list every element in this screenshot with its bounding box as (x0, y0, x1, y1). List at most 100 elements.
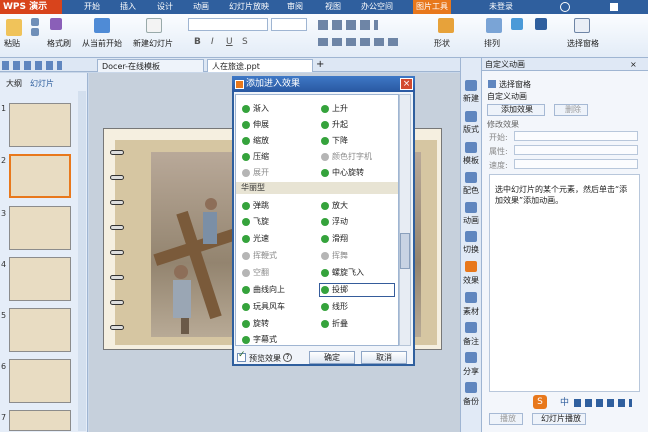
strip-new[interactable]: 新建 (461, 93, 481, 104)
effect-unfold[interactable]: 展开 (241, 167, 269, 179)
strip-effect[interactable]: 效果 (461, 275, 481, 286)
strikethrough-icon[interactable]: S (242, 37, 248, 47)
ok-button[interactable]: 确定 (309, 351, 355, 364)
effect-descend[interactable]: 下降 (320, 135, 348, 147)
backup-icon[interactable] (465, 382, 477, 393)
font-name-box[interactable] (188, 18, 268, 31)
new-icon[interactable] (465, 80, 477, 91)
start-dropdown[interactable] (514, 131, 638, 141)
slide-thumbnail-4[interactable] (9, 257, 71, 301)
play-button[interactable]: 播放 (489, 413, 523, 425)
effect-whip[interactable]: 挥鞭式 (241, 250, 277, 262)
wps-app-button[interactable]: WPS 演示 (0, 0, 62, 14)
effect-glide[interactable]: 滑翔 (320, 233, 348, 245)
menu-picture-tools[interactable]: 图片工具 (413, 0, 451, 14)
paste-icon[interactable] (6, 19, 22, 36)
effect-spinner[interactable]: 飞旋 (241, 216, 269, 228)
delete-button[interactable]: 删除 (554, 104, 588, 116)
menu-view[interactable]: 视图 (325, 0, 341, 14)
shape-button[interactable]: 形状 (434, 38, 450, 49)
speed-dropdown[interactable] (514, 159, 638, 169)
strip-share[interactable]: 分享 (461, 366, 481, 377)
slide-thumbnail-5[interactable] (9, 308, 71, 352)
slide-thumbnail-7[interactable] (9, 410, 71, 431)
slide-thumbnail-3[interactable] (9, 206, 71, 250)
underline-icon[interactable]: U (226, 37, 233, 47)
format-painter-button[interactable]: 格式刷 (47, 38, 71, 49)
effect-swivel[interactable]: 挥舞 (320, 250, 348, 262)
slide-thumbnail-2[interactable] (9, 154, 71, 198)
effect-flip[interactable]: 空翻 (241, 267, 269, 279)
new-slide-icon[interactable] (146, 18, 162, 33)
effect-stretch[interactable]: 伸展 (241, 119, 269, 131)
layout-icon[interactable] (465, 111, 477, 122)
from-current-icon[interactable] (94, 18, 110, 33)
effect-curve-up[interactable]: 曲线向上 (241, 284, 285, 296)
new-tab-icon[interactable]: + (316, 59, 324, 71)
tab-slides[interactable]: 幻灯片 (30, 78, 54, 89)
strip-template[interactable]: 模板 (461, 155, 481, 166)
font-color-icon[interactable] (535, 18, 547, 30)
effect-pinwheel[interactable]: 玩具风车 (241, 301, 285, 313)
effect-center-revolve[interactable]: 中心旋转 (320, 167, 364, 179)
close-icon[interactable]: × (630, 60, 637, 69)
slide-thumbnail-1[interactable] (9, 103, 71, 147)
select-pane-button[interactable]: 选择窗格 (567, 38, 599, 49)
ime-toolbar-icons[interactable] (574, 399, 632, 407)
sogou-ime-icon[interactable]: S (533, 395, 547, 409)
effect-linear[interactable]: 线形 (320, 301, 348, 313)
tab-document[interactable]: 人在旅途.ppt (207, 59, 313, 72)
thumbnail-scrollbar[interactable] (78, 91, 86, 431)
effect-compress[interactable]: 压缩 (241, 151, 269, 163)
animation-list[interactable] (489, 174, 640, 392)
strip-material[interactable]: 素材 (461, 306, 481, 317)
add-effect-button[interactable]: 添加效果 (487, 104, 545, 116)
effect-zoom[interactable]: 缩放 (241, 135, 269, 147)
select-pane-link[interactable]: 选择窗格 (499, 79, 531, 90)
menu-home[interactable]: 开始 (84, 0, 100, 14)
menu-insert[interactable]: 插入 (120, 0, 136, 14)
strip-color-scheme[interactable]: 配色 (461, 185, 481, 196)
arrange-icon[interactable] (486, 18, 502, 33)
effect-light-speed[interactable]: 光速 (241, 233, 269, 245)
effect-list-scrollbar[interactable] (399, 94, 411, 346)
tab-docer-templates[interactable]: Docer-在线模板 (97, 59, 204, 72)
effect-bounce[interactable]: 弹跳 (241, 200, 269, 212)
scrollbar-thumb[interactable] (400, 233, 410, 269)
strip-animation[interactable]: 动画 (461, 215, 481, 226)
effect-icon[interactable] (465, 261, 477, 272)
menu-animation[interactable]: 动画 (193, 0, 209, 14)
copy-icon[interactable] (31, 28, 39, 36)
help-icon[interactable]: ? (283, 353, 292, 362)
menu-review[interactable]: 审阅 (287, 0, 303, 14)
paste-button[interactable]: 粘贴 (4, 38, 20, 49)
effect-color-typewriter[interactable]: 颜色打字机 (320, 151, 372, 163)
alignment-icons[interactable] (318, 38, 402, 46)
menu-design[interactable]: 设计 (157, 0, 173, 14)
format-painter-icon[interactable] (50, 18, 62, 30)
bold-icon[interactable]: B (194, 37, 201, 47)
ime-mode-indicator[interactable]: 中 (560, 397, 569, 409)
select-pane-icon[interactable] (574, 18, 590, 33)
share-icon[interactable] (465, 352, 477, 363)
quick-access-icons[interactable] (2, 61, 62, 70)
close-icon[interactable]: × (400, 78, 413, 90)
menu-office-space[interactable]: 办公空间 (361, 0, 393, 14)
login-status[interactable]: 未登录 (489, 0, 513, 14)
help-icon[interactable] (560, 2, 570, 12)
slideshow-button[interactable]: 幻灯片播放 (532, 413, 586, 425)
color-scheme-icon[interactable] (465, 172, 477, 183)
minimize-icon[interactable] (610, 3, 618, 11)
effect-fade-in[interactable]: 渐入 (241, 103, 269, 115)
new-slide-button[interactable]: 新建幻灯片 (133, 38, 173, 49)
effect-float[interactable]: 浮动 (320, 216, 348, 228)
strip-transition[interactable]: 切换 (461, 244, 481, 255)
effect-grow[interactable]: 放大 (320, 200, 348, 212)
transition-icon[interactable] (465, 231, 477, 242)
fill-color-icon[interactable] (511, 18, 523, 30)
strip-backup[interactable]: 备份 (461, 396, 481, 407)
select-pane-icon[interactable] (488, 80, 496, 88)
material-icon[interactable] (465, 292, 477, 303)
cancel-button[interactable]: 取消 (361, 351, 407, 364)
arrange-button[interactable]: 排列 (484, 38, 500, 49)
